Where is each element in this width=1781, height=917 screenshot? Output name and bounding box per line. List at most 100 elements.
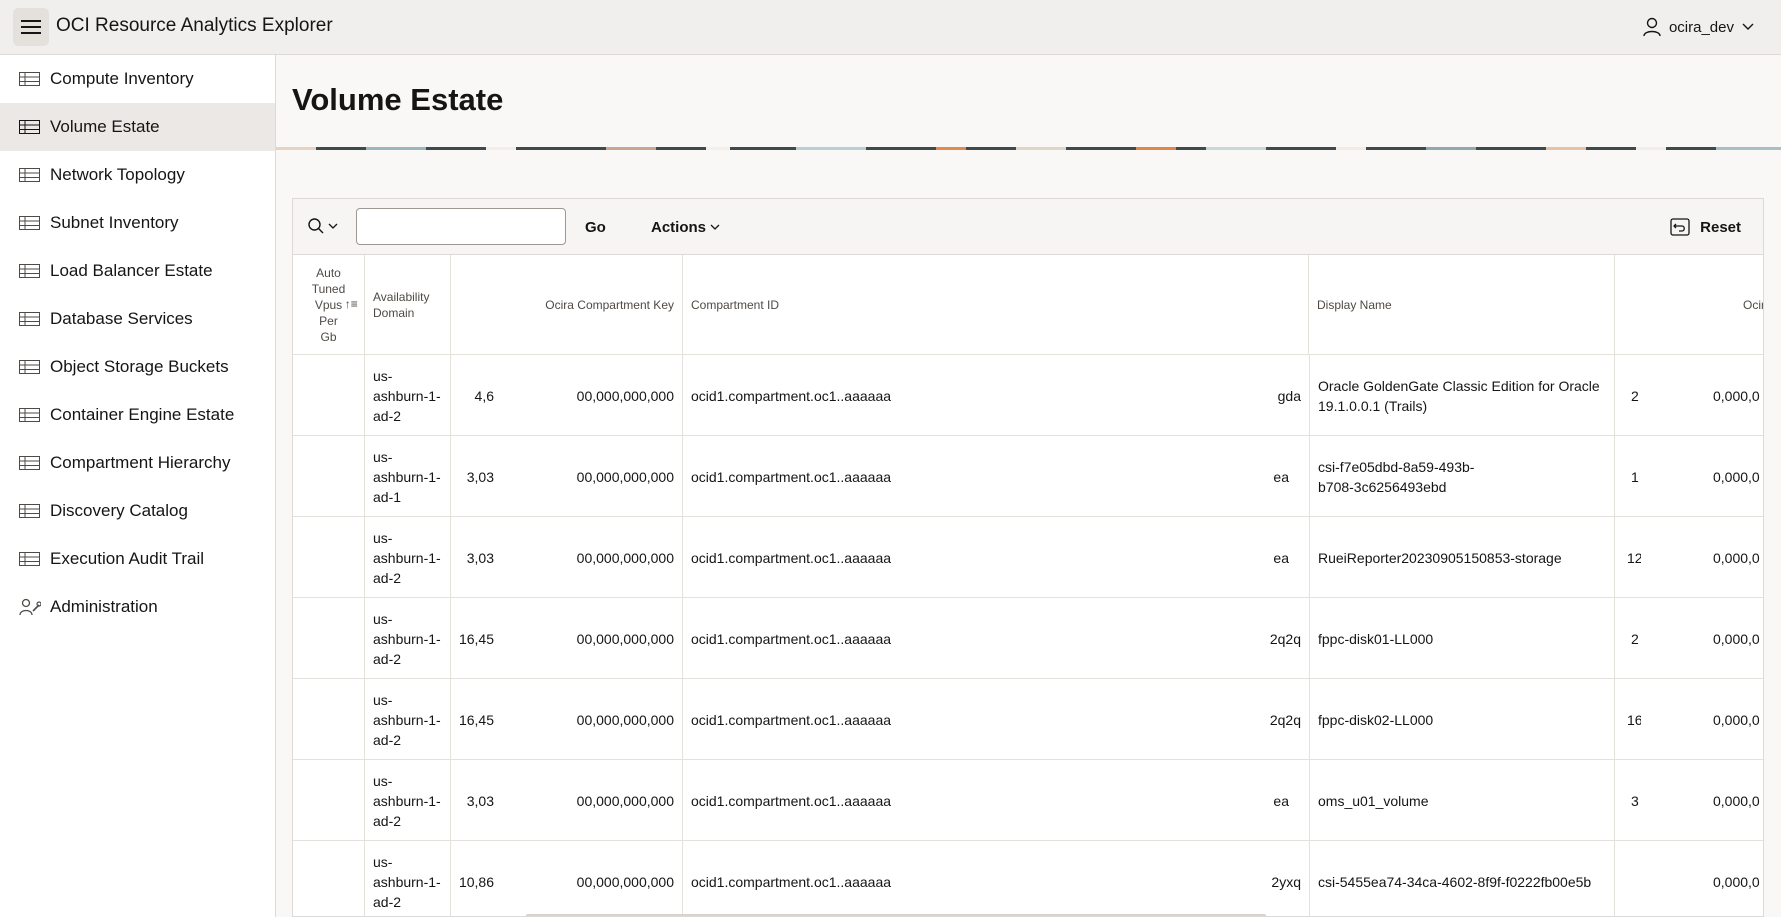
cell-compartment-id: ocid1.compartment.oc1..aaaaaa — [691, 792, 892, 809]
table-row[interactable]: us-ashburn-1- ad-1 3,03 00,000,000,000 oc… — [293, 436, 1763, 517]
cell-ocira-compartment-key: 00,000,000,000 — [533, 436, 683, 517]
sidebar-item-network-topology[interactable]: Network Topology — [0, 151, 275, 199]
sidebar-item-label: Volume Estate — [50, 117, 160, 136]
user-menu[interactable]: ocira_dev — [1643, 17, 1754, 37]
sidebar-item-volume-estate[interactable]: Volume Estate — [0, 103, 275, 151]
sidebar-item-execution-audit-trail[interactable]: Execution Audit Trail — [0, 535, 275, 583]
header-line: Gb — [320, 330, 337, 344]
table-row[interactable]: us-ashburn-1- ad-2 16,45 00,000,000,000 o… — [293, 679, 1763, 760]
sidebar-item-label: Database Services — [50, 309, 193, 328]
sidebar-item-label: Administration — [50, 597, 158, 616]
ad-line: ashburn-1- — [373, 468, 441, 485]
cell-compartment-id: ocid1.compartment.oc1..aaaaaa — [691, 387, 892, 404]
table-icon — [19, 167, 41, 183]
interactive-report: Go Actions Reset Auto Tuned Vpus ↑≡ Per G… — [292, 198, 1764, 917]
column-header-ocir[interactable]: Ocir — [1615, 255, 1763, 355]
search-input[interactable] — [356, 208, 566, 245]
cell-extra-fragment: 1 — [1631, 468, 1639, 485]
cell-compartment-id: ocid1.compartment.oc1..aaaaaa — [691, 549, 892, 566]
header-line: Availability — [373, 290, 430, 304]
username: ocira_dev — [1668, 18, 1734, 36]
ad-line: ashburn-1- — [373, 387, 441, 404]
table-row[interactable]: us-ashburn-1- ad-2 4,6 00,000,000,000 oci… — [293, 355, 1763, 436]
cell-compartment-id: ocid1.compartment.oc1..aaaaaa — [691, 630, 892, 647]
cell-auto-tuned — [293, 760, 365, 841]
ad-line: ad-2 — [373, 893, 402, 910]
ad-line: us- — [373, 610, 393, 627]
cell-size-fragment: 3,03 — [466, 549, 494, 566]
name-line: 19.1.0.0.1 (Trails) — [1318, 397, 1428, 414]
reset-button[interactable]: Reset — [1670, 218, 1741, 236]
cell-auto-tuned — [293, 841, 365, 916]
header-line: Vpus — [314, 298, 343, 312]
page-title: Volume Estate — [292, 82, 504, 117]
decorative-banner — [276, 142, 1781, 150]
sidebar-item-label: Subnet Inventory — [50, 213, 179, 232]
table-icon — [19, 551, 41, 567]
cell-extra-fragment: 16 — [1627, 711, 1641, 728]
cell-extra-fragment — [1631, 841, 1641, 916]
ad-line: ad-2 — [373, 569, 402, 586]
table-icon — [19, 503, 41, 519]
column-header-ocira-compartment-key[interactable]: Ocira Compartment Key — [451, 255, 683, 355]
cell-availability-domain: us-ashburn-1- ad-2 — [365, 355, 451, 436]
cell-display-name: Oracle GoldenGate Classic Edition for Or… — [1309, 355, 1615, 436]
cell-tail-fragment: ea — [1273, 468, 1289, 485]
sidebar-item-load-balancer-estate[interactable]: Load Balancer Estate — [0, 247, 275, 295]
app-title: OCI Resource Analytics Explorer — [56, 15, 333, 36]
table-row[interactable]: us-ashburn-1- ad-2 3,03 00,000,000,000 oc… — [293, 760, 1763, 841]
cell-tail-fragment: gda — [1277, 387, 1301, 404]
table-icon — [19, 263, 41, 279]
actions-menu-button[interactable]: Actions — [651, 219, 720, 236]
cell-availability-domain: us-ashburn-1- ad-2 — [365, 679, 451, 760]
cell-ocira-compartment-key: 00,000,000,000 — [533, 598, 683, 679]
chevron-down-icon — [328, 223, 338, 229]
table-icon — [19, 215, 41, 231]
go-button[interactable]: Go — [585, 219, 606, 236]
cell-size-fragment: 3,03 — [466, 792, 494, 809]
sidebar-item-compute-inventory[interactable]: Compute Inventory — [0, 55, 275, 103]
header-line-wrap: Vpus ↑≡ — [312, 297, 358, 313]
column-header-auto-tuned-vpus[interactable]: Auto Tuned Vpus ↑≡ Per Gb — [293, 255, 365, 355]
search-icon — [308, 218, 324, 234]
cell-auto-tuned — [293, 355, 365, 436]
column-header-compartment-id[interactable]: Compartment ID — [683, 255, 1309, 355]
sidebar-item-discovery-catalog[interactable]: Discovery Catalog — [0, 487, 275, 535]
sidebar-item-administration[interactable]: Administration — [0, 583, 275, 631]
hamburger-icon — [21, 20, 41, 34]
ad-line: us- — [373, 691, 393, 708]
table-row[interactable]: us-ashburn-1- ad-2 3,03 00,000,000,000 oc… — [293, 517, 1763, 598]
column-header-availability-domain[interactable]: Availability Domain — [365, 255, 451, 355]
name-line: csi-f7e05dbd-8a59-493b- — [1318, 458, 1475, 475]
cell-tail-fragment: ea — [1273, 792, 1289, 809]
sidebar-item-label: Compartment Hierarchy — [50, 453, 231, 472]
reset-label: Reset — [1700, 218, 1741, 236]
cell-availability-domain: us-ashburn-1- ad-2 — [365, 760, 451, 841]
cell-availability-domain: us-ashburn-1- ad-2 — [365, 841, 451, 916]
cell-auto-tuned — [293, 598, 365, 679]
cell-size-fragment: 3,03 — [466, 468, 494, 485]
header-line: Auto — [316, 266, 341, 280]
cell-tail-fragment: 2q2q — [1269, 711, 1301, 728]
name-line: Oracle GoldenGate Classic Edition for Or… — [1318, 377, 1600, 394]
cell-auto-tuned — [293, 517, 365, 598]
table-icon — [19, 119, 41, 135]
sidebar-item-container-engine-estate[interactable]: Container Engine Estate — [0, 391, 275, 439]
cell-auto-tuned — [293, 679, 365, 760]
cell-ocir-fragment: 0,000,0 — [1713, 873, 1760, 890]
sidebar-item-object-storage-buckets[interactable]: Object Storage Buckets — [0, 343, 275, 391]
sidebar-item-label: Compute Inventory — [50, 69, 194, 88]
table-row[interactable]: us-ashburn-1- ad-2 10,86 00,000,000,000 o… — [293, 841, 1763, 916]
sidebar-item-subnet-inventory[interactable]: Subnet Inventory — [0, 199, 275, 247]
cell-ocira-compartment-key: 00,000,000,000 — [533, 679, 683, 760]
menu-toggle-button[interactable] — [13, 8, 49, 46]
report-grid: Auto Tuned Vpus ↑≡ Per Gb Availability Do… — [293, 255, 1763, 916]
search-column-button[interactable] — [307, 217, 338, 235]
sidebar-item-database-services[interactable]: Database Services — [0, 295, 275, 343]
table-row[interactable]: us-ashburn-1- ad-2 16,45 00,000,000,000 o… — [293, 598, 1763, 679]
cell-extra-fragment: 2 — [1631, 630, 1639, 647]
cell-availability-domain: us-ashburn-1- ad-1 — [365, 436, 451, 517]
sidebar-item-compartment-hierarchy[interactable]: Compartment Hierarchy — [0, 439, 275, 487]
cell-display-name: oms_u01_volume — [1309, 760, 1615, 841]
column-header-display-name[interactable]: Display Name — [1309, 255, 1615, 355]
